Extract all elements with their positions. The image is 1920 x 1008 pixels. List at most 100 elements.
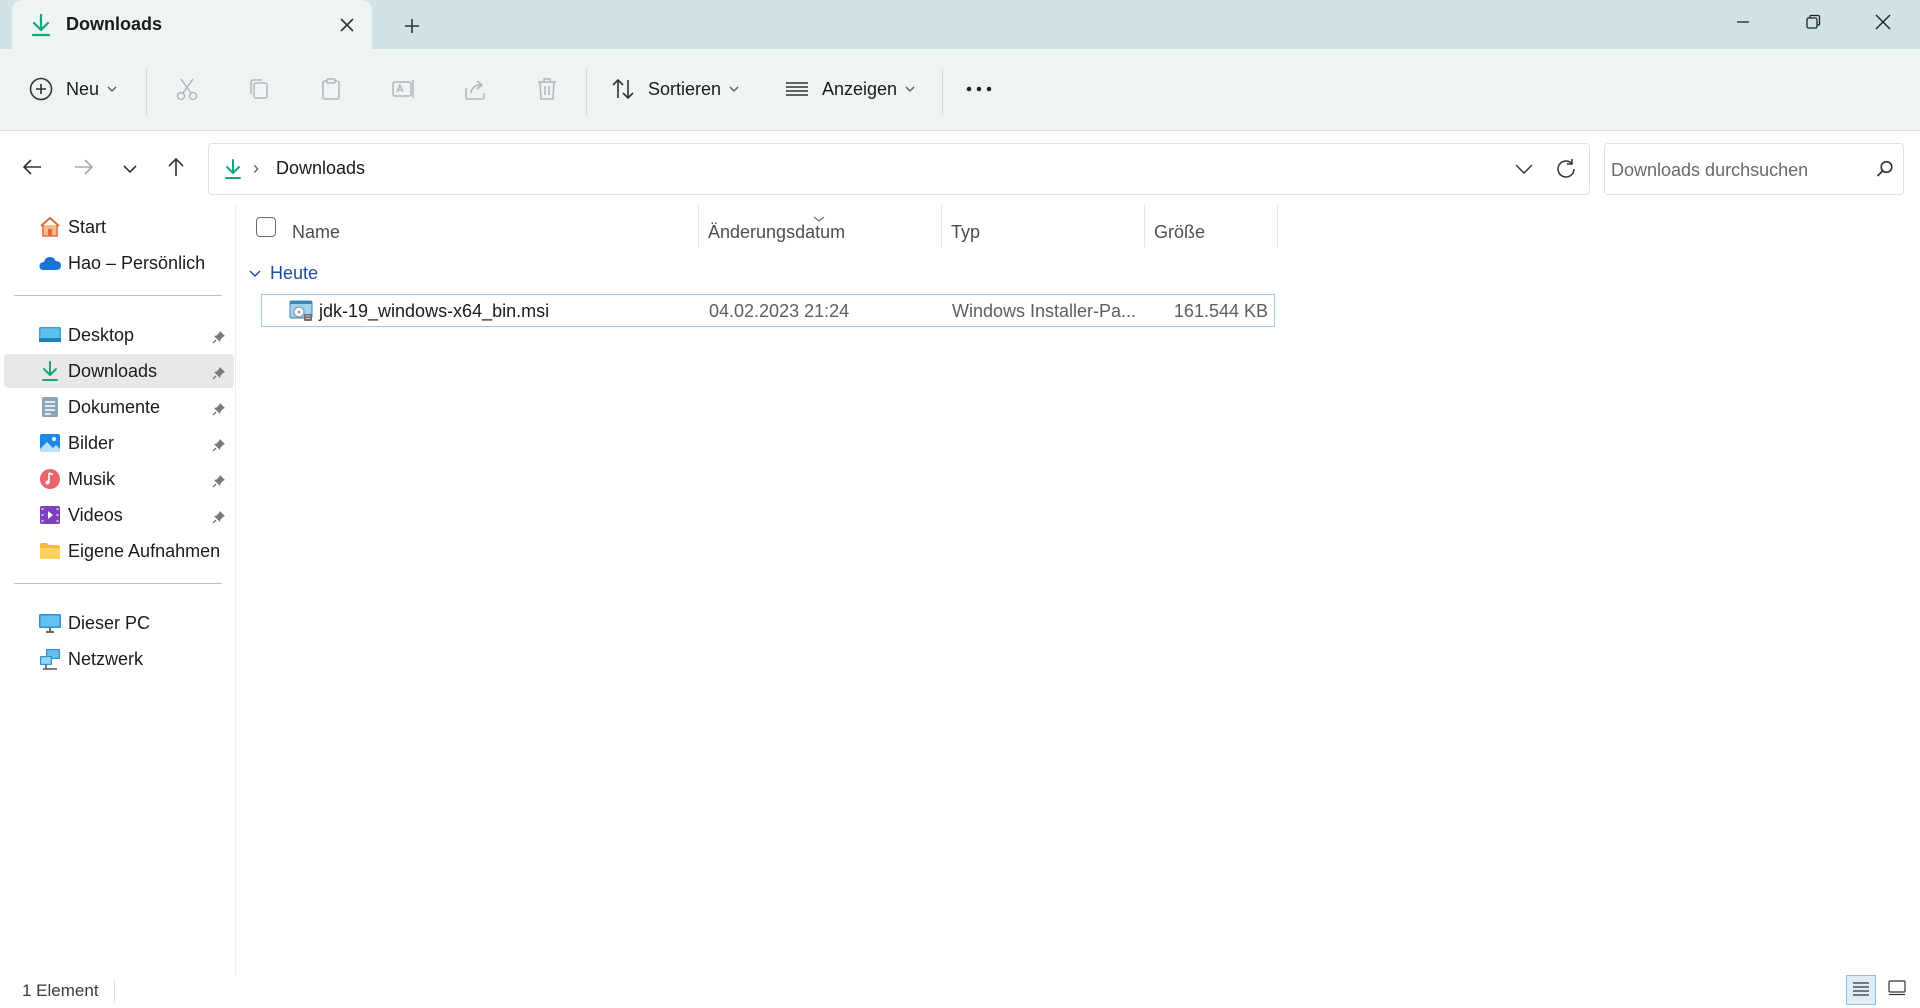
network-icon xyxy=(38,647,62,671)
plus-circle-icon xyxy=(28,76,54,102)
cut-button[interactable] xyxy=(174,67,200,111)
address-history-chevron-icon[interactable] xyxy=(1511,156,1537,187)
sort-button[interactable]: Sortieren xyxy=(610,67,739,111)
search-icon[interactable] xyxy=(1875,159,1895,184)
videos-icon xyxy=(38,503,62,527)
file-type: Windows Installer-Pa... xyxy=(952,301,1137,321)
new-tab-button[interactable] xyxy=(397,11,427,41)
copy-button[interactable] xyxy=(246,67,272,111)
sidebar-item-network[interactable]: Netzwerk xyxy=(4,642,234,676)
clipboard-icon xyxy=(318,76,344,102)
pin-icon[interactable] xyxy=(212,364,226,385)
sidebar-item-label: Netzwerk xyxy=(68,649,144,669)
column-header-type[interactable]: Typ xyxy=(951,215,980,249)
pin-icon[interactable] xyxy=(212,472,226,493)
view-button-label: Anzeigen xyxy=(822,78,898,99)
new-button[interactable]: Neu xyxy=(28,67,117,111)
restore-button[interactable] xyxy=(1780,0,1846,44)
sort-button-label: Sortieren xyxy=(648,78,722,99)
arrow-right-icon xyxy=(73,156,95,183)
column-divider[interactable] xyxy=(698,205,699,247)
sidebar-item-onedrive[interactable]: Hao – Persönlich xyxy=(4,246,234,280)
sidebar-item-label: Eigene Aufnahmen xyxy=(68,541,221,561)
tab-downloads[interactable]: Downloads xyxy=(12,0,372,49)
column-header-date[interactable]: Änderungsdatum xyxy=(708,215,845,249)
view-button[interactable]: Anzeigen xyxy=(784,67,915,111)
group-header-today[interactable]: Heute xyxy=(248,259,318,287)
folder-icon xyxy=(38,539,62,563)
sidebar-item-label: Musik xyxy=(68,469,116,489)
address-bar[interactable]: › Downloads xyxy=(208,143,1590,195)
sidebar-item-label: Desktop xyxy=(68,325,135,345)
group-label: Heute xyxy=(270,262,319,283)
item-count: 1 Element xyxy=(22,981,99,1000)
column-header-name[interactable]: Name xyxy=(292,215,340,249)
msi-installer-icon xyxy=(289,300,313,327)
file-row[interactable]: jdk-19_windows-x64_bin.msi 04.02.2023 21… xyxy=(261,294,1275,327)
toolbar-divider xyxy=(146,69,147,115)
home-icon xyxy=(38,215,62,239)
copy-icon xyxy=(246,76,272,102)
sidebar-divider xyxy=(14,295,222,296)
more-dots-icon xyxy=(964,76,994,102)
sidebar-item-documents[interactable]: Dokumente xyxy=(4,390,234,424)
column-header-row: Name Änderungsdatum Typ Größe xyxy=(237,205,1278,253)
sidebar-item-eigene-aufnahmen[interactable]: Eigene Aufnahmen xyxy=(4,534,234,568)
recent-locations-button[interactable] xyxy=(112,151,148,187)
select-all-checkbox[interactable] xyxy=(256,217,276,237)
column-divider[interactable] xyxy=(1277,205,1278,247)
forward-button[interactable] xyxy=(66,151,102,187)
sidebar-item-label: Bilder xyxy=(68,433,115,453)
file-size: 161.544 KB xyxy=(1173,301,1268,321)
list-view-icon xyxy=(784,76,810,102)
column-divider[interactable] xyxy=(941,205,942,247)
pin-icon[interactable] xyxy=(212,328,226,349)
chevron-down-icon xyxy=(905,85,915,93)
search-input[interactable] xyxy=(1611,156,1861,184)
rename-icon xyxy=(390,76,416,102)
sidebar-item-pictures[interactable]: Bilder xyxy=(4,426,234,460)
refresh-icon[interactable] xyxy=(1553,156,1579,187)
minimize-button[interactable] xyxy=(1710,0,1776,44)
share-button[interactable] xyxy=(462,67,488,111)
tiles-view-button[interactable] xyxy=(1882,975,1912,1005)
tiles-view-icon xyxy=(1888,979,1906,1001)
sidebar-item-downloads[interactable]: Downloads xyxy=(4,354,234,388)
up-button[interactable] xyxy=(158,151,194,187)
pictures-icon xyxy=(38,431,62,455)
sidebar-item-music[interactable]: Musik xyxy=(4,462,234,496)
column-divider[interactable] xyxy=(1144,205,1145,247)
pin-icon[interactable] xyxy=(212,508,226,529)
pin-icon[interactable] xyxy=(212,400,226,421)
status-bar: 1 Element xyxy=(0,975,1920,1008)
sidebar-item-start[interactable]: Start xyxy=(4,210,234,244)
onedrive-cloud-icon xyxy=(38,251,62,275)
sidebar-item-desktop[interactable]: Desktop xyxy=(4,318,234,352)
file-date: 04.02.2023 21:24 xyxy=(709,301,850,321)
status-divider xyxy=(114,980,115,1002)
close-window-button[interactable] xyxy=(1850,0,1916,44)
pin-icon[interactable] xyxy=(212,436,226,457)
desktop-icon xyxy=(38,323,62,347)
chevron-down-icon xyxy=(729,85,739,93)
pc-icon xyxy=(38,611,62,635)
sidebar-item-this-pc[interactable]: Dieser PC xyxy=(4,606,234,640)
column-header-size[interactable]: Größe xyxy=(1154,215,1205,249)
documents-icon xyxy=(38,395,62,419)
details-view-button[interactable] xyxy=(1846,975,1876,1005)
title-bar: Downloads xyxy=(0,0,1920,49)
sidebar-item-videos[interactable]: Videos xyxy=(4,498,234,532)
scissors-icon xyxy=(174,76,200,102)
more-options-button[interactable] xyxy=(964,67,994,111)
tab-title: Downloads xyxy=(66,14,163,34)
breadcrumb-downloads[interactable]: Downloads xyxy=(276,158,365,179)
paste-button[interactable] xyxy=(318,67,344,111)
search-box[interactable] xyxy=(1604,143,1904,195)
rename-button[interactable] xyxy=(390,67,416,111)
sidebar-divider xyxy=(14,583,222,584)
navigation-pane: Start Hao – Persönlich Desktop Downloads… xyxy=(0,205,236,975)
delete-button[interactable] xyxy=(534,67,560,111)
close-tab-icon[interactable] xyxy=(334,12,360,38)
back-button[interactable] xyxy=(14,151,50,187)
arrow-up-icon xyxy=(165,156,187,183)
